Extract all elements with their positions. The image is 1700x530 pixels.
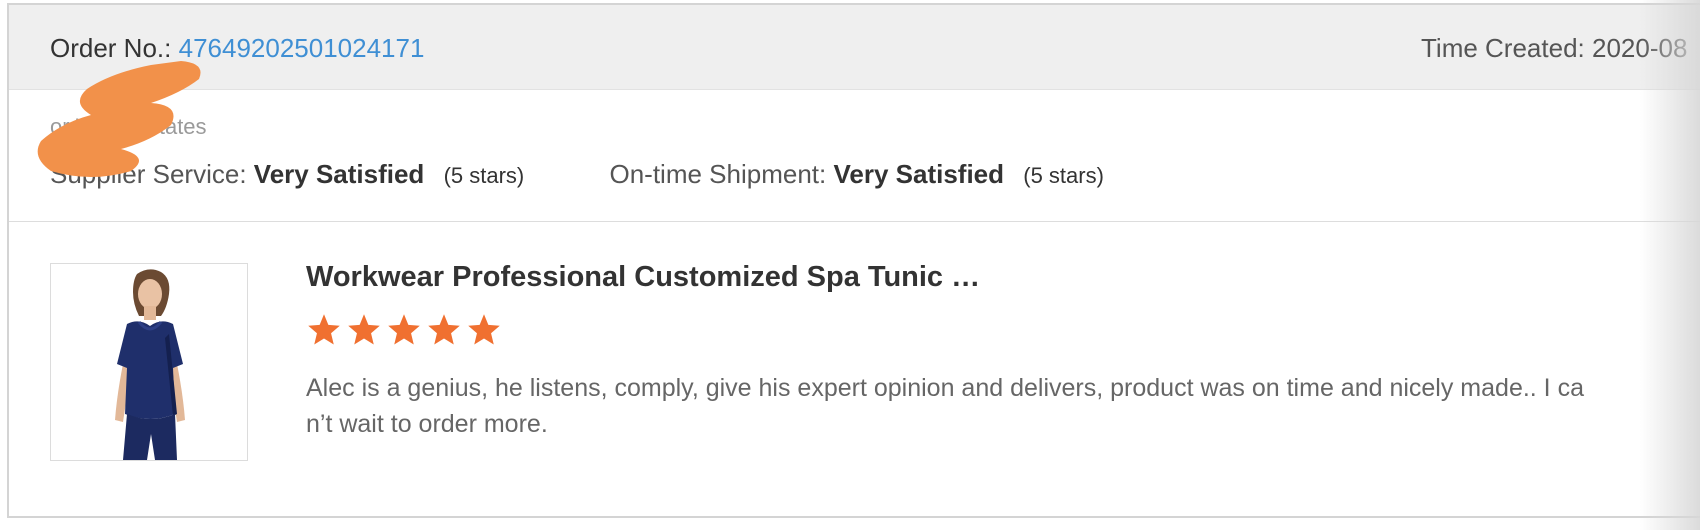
star-icon [468,314,500,345]
supplier-service-label: Supplier Service: [50,159,247,189]
order-number-row: Order No.: 47649202501024171 [50,33,424,64]
shipment-rating: On-time Shipment: Very Satisfied (5 star… [609,159,1103,190]
shipment-label: On-time Shipment: [609,159,827,189]
order-number-link[interactable]: 47649202501024171 [179,33,425,63]
section-divider [9,221,1700,222]
shipment-value: Very Satisfied [833,159,1005,189]
review-card: Order No.: 47649202501024171 Time Create… [7,3,1700,518]
time-created-label: Time Created: [1421,33,1585,63]
time-created-value: 2020-08 [1592,33,1688,63]
product-image[interactable] [50,263,248,461]
supplier-service-stars: (5 stars) [443,163,525,188]
shipment-stars: (5 stars) [1023,163,1104,188]
order-header: Order No.: 47649202501024171 Time Create… [9,5,1700,90]
star-icon [348,314,380,345]
time-created: Time Created: 2020-08 [1421,33,1687,64]
product-title[interactable]: Workwear Professional Customized Spa Tun… [306,261,980,294]
order-number-label: Order No.: [50,33,172,63]
tunic-illustration [115,269,185,460]
supplier-service-value: Very Satisfied [253,159,425,189]
star-icon [388,314,420,345]
ratings-row: Supplier Service: Very Satisfied (5 star… [50,159,1104,190]
product-star-rating [306,312,506,352]
star-icon [308,314,340,345]
star-icon [428,314,460,345]
review-text: Alec is a genius, he listens, comply, gi… [306,374,1584,438]
supplier-service-rating: Supplier Service: Very Satisfied (5 star… [50,159,524,190]
buyer-location: or,United States [50,114,207,139]
